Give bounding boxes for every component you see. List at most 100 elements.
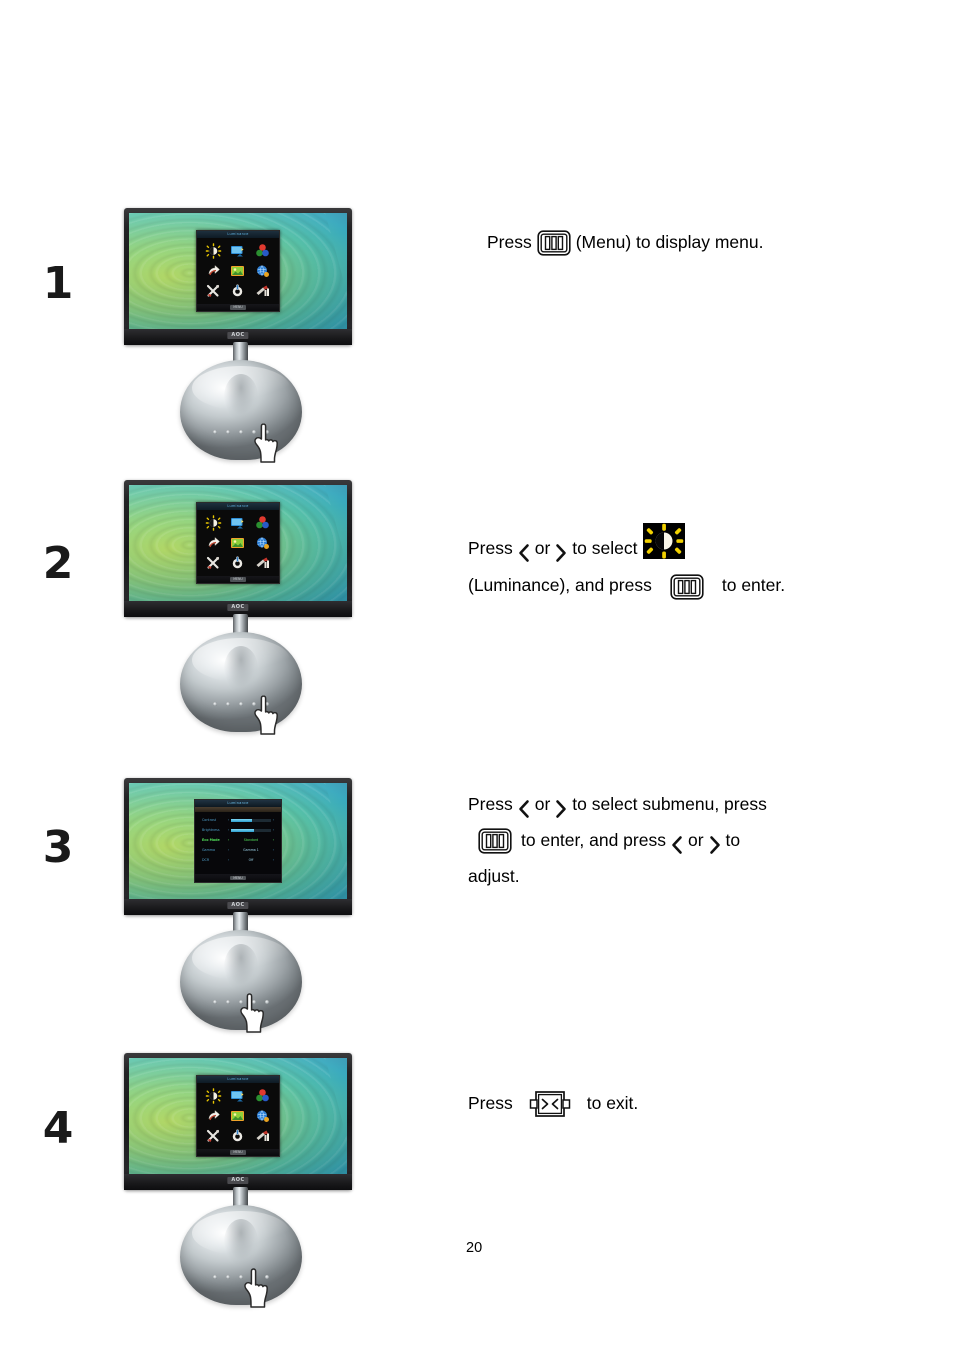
osd-submenu-title: Luminance bbox=[227, 800, 249, 805]
osd-submenu-footer: MENU bbox=[195, 874, 281, 882]
chevron-right-icon: › bbox=[272, 817, 274, 822]
luminance-sun-icon bbox=[205, 243, 222, 259]
instruction-line: Press or to select bbox=[468, 523, 888, 567]
reset-icon bbox=[205, 283, 222, 299]
monitor-illustration-1: Luminance MENU AOC bbox=[124, 208, 356, 463]
chevron-left-icon bbox=[517, 795, 531, 819]
base-dent bbox=[224, 1219, 258, 1265]
chevron-left-icon bbox=[670, 831, 684, 855]
chevron-left-icon: ‹ bbox=[228, 837, 230, 842]
luminance-sun-icon bbox=[205, 515, 222, 531]
osd-icon-grid bbox=[197, 1083, 279, 1149]
chevron-right-icon bbox=[554, 795, 568, 819]
monitor-bezel: Luminance Contrast ‹ › Brightness ‹ › Ec… bbox=[124, 778, 352, 915]
osd-titlebar: Luminance bbox=[197, 1076, 279, 1083]
brand-logo: AOC bbox=[227, 902, 249, 909]
monitor-screen: Luminance Contrast ‹ › Brightness ‹ › Ec… bbox=[129, 783, 347, 899]
control-button bbox=[226, 1000, 230, 1004]
base-dent bbox=[224, 374, 258, 420]
extra-icon bbox=[254, 535, 271, 551]
instruction-line: Press or to select submenu, press bbox=[468, 786, 888, 822]
instruction-text: Press bbox=[487, 232, 532, 252]
osd-titlebar: Luminance bbox=[197, 503, 279, 510]
base-sheen bbox=[192, 366, 290, 410]
osd-icon-grid bbox=[197, 238, 279, 304]
menu-key-icon bbox=[537, 230, 571, 256]
osd-setup-icon bbox=[229, 1108, 246, 1124]
instruction-line: Press (Menu) to display menu. bbox=[487, 224, 907, 260]
control-button bbox=[213, 430, 217, 434]
exit-icon bbox=[229, 283, 246, 299]
monitor-screen: Luminance MENU bbox=[129, 1058, 347, 1174]
chevron-right-icon: › bbox=[272, 847, 274, 852]
instruction-text: to bbox=[725, 830, 741, 850]
instruction-text: or bbox=[534, 538, 551, 558]
control-button bbox=[239, 702, 243, 706]
row-label: DCR bbox=[202, 857, 210, 862]
brand-logo: AOC bbox=[227, 604, 249, 611]
monitor-screen: Luminance MENU bbox=[129, 485, 347, 601]
instruction-line: Press to exit. bbox=[468, 1085, 888, 1121]
instruction-text: (Menu) to display menu. bbox=[575, 232, 764, 252]
base-sheen bbox=[192, 936, 290, 980]
submenu-row-gamma: Gamma ‹ Gamma 1 › bbox=[202, 847, 274, 854]
luminance-icon-swatch bbox=[643, 523, 686, 560]
monitor-bezel: Luminance MENU AOC bbox=[124, 208, 352, 345]
instruction-line: (Luminance), and press to enter. bbox=[468, 567, 888, 603]
submenu-row-brightness: Brightness ‹ › bbox=[202, 827, 274, 834]
picture-boost-icon bbox=[205, 1108, 222, 1124]
instruction-text: to enter. bbox=[721, 575, 786, 596]
instruction-text: Press bbox=[468, 538, 513, 558]
control-button bbox=[226, 1275, 230, 1279]
osd-footer-label: MENU bbox=[230, 305, 246, 310]
slider-fill bbox=[231, 818, 252, 823]
step-3-instructions: Press or to select submenu, press to ent… bbox=[468, 786, 888, 894]
slider-track bbox=[231, 818, 271, 823]
osd-title: Luminance bbox=[227, 503, 249, 508]
instruction-text: or bbox=[534, 794, 551, 814]
control-button bbox=[213, 1275, 217, 1279]
chevron-right-icon: › bbox=[272, 857, 274, 862]
control-button bbox=[213, 702, 217, 706]
image-setup-icon bbox=[229, 243, 246, 259]
slider-track bbox=[231, 828, 271, 833]
row-label: Gamma bbox=[202, 847, 216, 852]
osd-title: Luminance bbox=[227, 1076, 249, 1081]
submenu-row-dcr: DCR ‹ Off › bbox=[202, 857, 274, 864]
osd-setup-icon bbox=[229, 535, 246, 551]
chevron-right-icon bbox=[708, 831, 722, 855]
input-select-icon bbox=[254, 1128, 271, 1144]
exit-icon bbox=[229, 1128, 246, 1144]
instruction-text: to exit. bbox=[586, 1093, 639, 1113]
chevron-left-icon: ‹ bbox=[228, 827, 230, 832]
hand-pointer-icon bbox=[250, 422, 280, 464]
row-label: Eco Mode bbox=[202, 837, 220, 842]
osd-footer: MENU bbox=[197, 576, 279, 583]
control-button bbox=[226, 430, 230, 434]
base-dent bbox=[224, 944, 258, 990]
osd-icon-grid bbox=[197, 510, 279, 576]
hand-pointer-icon bbox=[250, 694, 280, 736]
instruction-line: adjust. bbox=[468, 858, 888, 894]
step-4-instructions: Press to exit. bbox=[468, 1085, 888, 1121]
instruction-text: Press bbox=[468, 1093, 513, 1113]
row-label: Brightness bbox=[202, 827, 220, 832]
monitor-illustration-2: Luminance MENU AOC bbox=[124, 480, 356, 735]
instruction-text: to select submenu, press bbox=[572, 794, 767, 814]
reset-icon bbox=[205, 555, 222, 571]
luminance-sun-icon bbox=[205, 1088, 222, 1104]
base-sheen bbox=[192, 638, 290, 682]
osd-luminance-submenu: Luminance Contrast ‹ › Brightness ‹ › Ec… bbox=[194, 799, 282, 883]
step-number: 4 bbox=[42, 1103, 74, 1154]
image-setup-icon bbox=[229, 515, 246, 531]
instruction-text: adjust. bbox=[468, 866, 520, 886]
base-sheen bbox=[192, 1211, 290, 1255]
instruction-text: (Luminance), and press bbox=[468, 575, 652, 596]
input-select-icon bbox=[254, 555, 271, 571]
menu-key-icon bbox=[478, 828, 512, 854]
chevron-left-icon: ‹ bbox=[228, 817, 230, 822]
color-setup-icon bbox=[254, 1088, 271, 1104]
osd-footer-label: MENU bbox=[230, 577, 246, 582]
input-select-icon bbox=[254, 283, 271, 299]
color-setup-icon bbox=[254, 243, 271, 259]
